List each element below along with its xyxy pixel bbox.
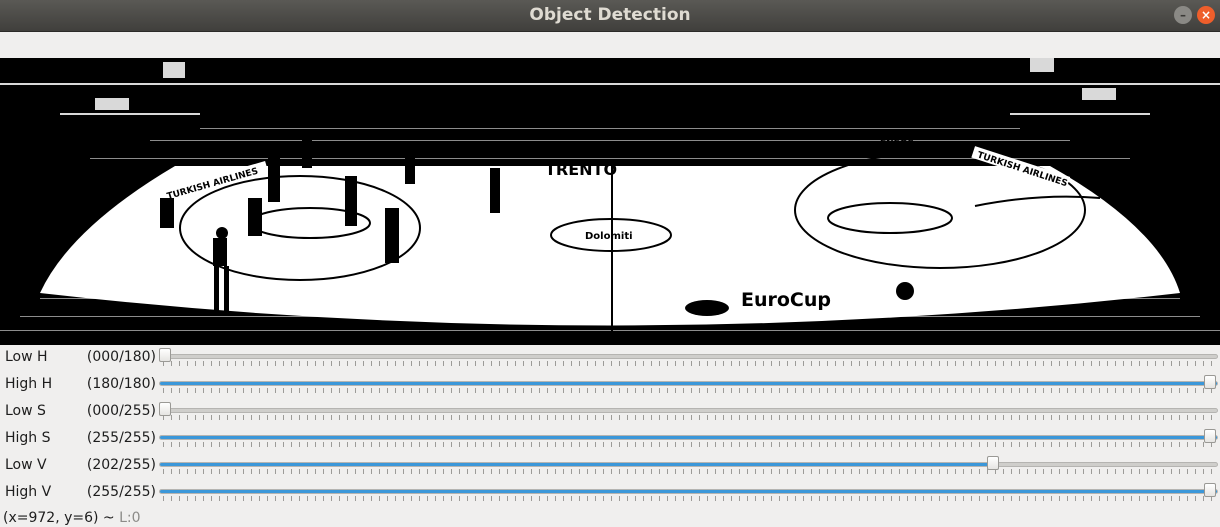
window-title: Object Detection [529, 5, 691, 25]
status-bar: (x=972, y=6) ~ L:0 [0, 509, 1220, 527]
trackbar-groove[interactable] [159, 408, 1218, 413]
trackbar-low-s: Low S (000/255) [0, 400, 1220, 427]
cursor-coordinates: (x=972, y=6) ~ [3, 510, 120, 526]
trackbar-label: High V [5, 484, 52, 500]
svg-text:Dolomiti: Dolomiti [585, 231, 633, 242]
trackbar-low-h: Low H (000/180) [0, 346, 1220, 373]
trackbar-value: (255/255) [86, 430, 156, 446]
close-icon[interactable]: × [1197, 6, 1215, 24]
trackbar-high-s: High S (255/255) [0, 427, 1220, 454]
svg-text:TRENTO: TRENTO [545, 160, 617, 179]
thresholded-court-image: Dolomiti EuroCup TRENTO ENEOS ENEOS ENEO… [0, 58, 1220, 345]
image-view[interactable]: Dolomiti EuroCup TRENTO ENEOS ENEOS ENEO… [0, 58, 1220, 345]
trackbar-ticks [163, 388, 1214, 393]
trackbar-handle[interactable] [1204, 483, 1216, 497]
trackbar-label: High S [5, 430, 51, 446]
trackbar-value: (000/180) [86, 349, 156, 365]
trackbar-groove[interactable] [159, 462, 1218, 467]
trackbar-low-v: Low V (202/255) [0, 454, 1220, 481]
trackbar-value: (180/180) [86, 376, 156, 392]
trackbar-ticks [163, 361, 1214, 366]
trackbar-handle[interactable] [1204, 375, 1216, 389]
minimize-icon[interactable]: – [1174, 6, 1192, 24]
trackbar-handle[interactable] [159, 402, 171, 416]
trackbar-fill [160, 490, 1217, 493]
trackbar-groove[interactable] [159, 381, 1218, 386]
trackbar-ticks [163, 442, 1214, 447]
trackbar-label: High H [5, 376, 53, 392]
trackbar-fill [160, 436, 1217, 439]
trackbar-fill [160, 463, 998, 466]
trackbar-value: (202/255) [86, 457, 156, 473]
trackbar-groove[interactable] [159, 489, 1218, 494]
trackbar-value: (255/255) [86, 484, 156, 500]
trackbar-groove[interactable] [159, 354, 1218, 359]
trackbar-groove[interactable] [159, 435, 1218, 440]
trackbar-handle[interactable] [986, 456, 999, 470]
trackbar-label: Low H [5, 349, 48, 365]
trackbar-high-v: High V (255/255) [0, 481, 1220, 508]
svg-text:ENEOS: ENEOS [880, 139, 914, 149]
trackbar-high-h: High H (180/180) [0, 373, 1220, 400]
trackbar-value: (000/255) [86, 403, 156, 419]
trackbar-ticks [163, 469, 1214, 474]
title-bar: Object Detection – × [0, 0, 1220, 32]
level-indicator: L:0 [119, 510, 141, 526]
svg-text:EuroCup: EuroCup [741, 289, 831, 311]
svg-text:ENEOS: ENEOS [200, 151, 230, 160]
svg-text:ENEOS: ENEOS [604, 151, 638, 161]
trackbar-fill [160, 382, 1217, 385]
trackbar-label: Low V [5, 457, 47, 473]
trackbar-handle[interactable] [159, 348, 171, 362]
trackbar-ticks [163, 415, 1214, 420]
trackbar-label: Low S [5, 403, 46, 419]
trackbar-handle[interactable] [1204, 429, 1216, 443]
trackbar-ticks [163, 496, 1214, 501]
toolbar [0, 32, 1220, 59]
svg-text:ENEOS: ENEOS [315, 146, 349, 156]
status-text: (x=972, y=6) ~ L:0 [3, 510, 141, 526]
